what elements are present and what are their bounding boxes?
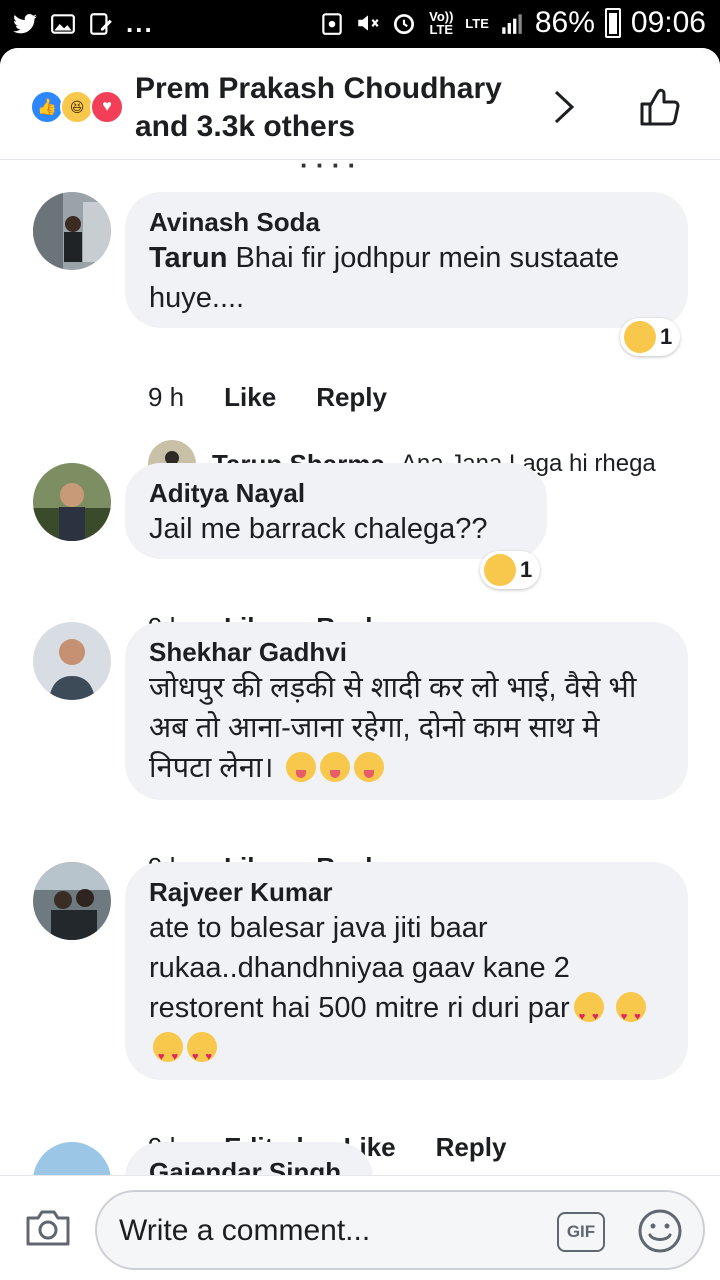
comment-author[interactable]: Shekhar Gadhvi	[149, 636, 664, 668]
avatar[interactable]	[33, 463, 111, 541]
comment-composer: Write a comment... GIF	[0, 1175, 720, 1280]
battery-percent: 86%	[534, 6, 595, 39]
comment-author[interactable]: Rajveer Kumar	[149, 876, 664, 908]
tongue-emoji-icon	[319, 752, 350, 782]
reply-button[interactable]: Reply	[316, 382, 387, 413]
comment-text: ate to balesar java jiti baar rukaa..dha…	[149, 908, 664, 1077]
comment-text: जोधपुर की लड़की से शादी कर लो भाई, वैसे …	[149, 672, 637, 784]
avatar[interactable]	[33, 192, 111, 270]
heart-eyes-emoji-icon	[187, 1032, 217, 1077]
avatar[interactable]	[33, 622, 111, 700]
comment-text: Tarun Bhai fir jodhpur mein sustaate huy…	[149, 242, 620, 314]
like-button[interactable]: Like	[224, 382, 276, 413]
reply-button[interactable]: Reply	[436, 1132, 507, 1163]
comments-sheet: 👍 😆 ♥ Prem Prakash Choudhary and 3.3k ot…	[0, 48, 720, 1280]
mention-link[interactable]: Tarun	[149, 242, 227, 274]
comment-bubble[interactable]: Avinash Soda Tarun Bhai fir jodhpur mein…	[125, 192, 688, 328]
chevron-right-icon[interactable]	[548, 88, 580, 126]
gallery-icon	[51, 13, 75, 34]
gif-button[interactable]: GIF	[557, 1212, 605, 1252]
battery-icon	[604, 8, 621, 38]
comment-input-placeholder[interactable]: Write a comment...	[119, 1214, 370, 1248]
comment-bubble[interactable]: Gajendar Singh	[125, 1142, 373, 1175]
heart-eyes-emoji-icon	[153, 1032, 183, 1077]
reaction-badge[interactable]: 1	[620, 318, 681, 356]
reaction-count: 1	[660, 324, 673, 349]
reaction-icons: 👍 😆 ♥	[30, 90, 130, 124]
heart-eyes-emoji-icon	[573, 992, 604, 1037]
love-reaction-icon: ♥	[90, 90, 124, 124]
comment-list: · · · · Avinash Soda Tarun Bhai fir jodh…	[0, 160, 720, 1175]
tongue-emoji-icon	[285, 752, 316, 782]
tongue-emoji-icon	[353, 752, 384, 782]
storage-icon	[322, 13, 343, 35]
comment-author[interactable]: Aditya Nayal	[149, 477, 523, 509]
sad-reaction-icon	[484, 554, 516, 586]
emoji-picker-icon[interactable]	[637, 1208, 683, 1254]
system-icons: Vo)) LTE LTE 86% 09:06	[319, 6, 706, 40]
comment-text: Jail me barrack chalega??	[149, 513, 488, 545]
edit-doc-icon	[90, 12, 112, 35]
comment-input[interactable]: Write a comment... GIF	[95, 1190, 705, 1270]
alarm-icon	[394, 14, 415, 35]
haha-reaction-icon	[624, 321, 656, 353]
like-reaction-icon: 👍	[30, 90, 64, 124]
notification-icons: ...	[12, 8, 154, 39]
reactors-summary[interactable]: Prem Prakash Choudhary and 3.3k others	[135, 70, 535, 146]
comment-bubble[interactable]: Aditya Nayal Jail me barrack chalega??	[125, 463, 547, 559]
signal-icon	[502, 14, 522, 34]
heart-eyes-emoji-icon	[615, 992, 646, 1037]
avatar[interactable]	[33, 1142, 111, 1175]
status-bar: ... Vo)) LTE LTE 86% 09:06	[0, 0, 720, 48]
comment-bubble[interactable]: Shekhar Gadhvi जोधपुर की लड़की से शादी क…	[125, 622, 688, 800]
comment-actions: 9 h Like Reply	[148, 382, 387, 413]
reaction-badge[interactable]: 1	[480, 551, 541, 589]
reactions-header[interactable]: 👍 😆 ♥ Prem Prakash Choudhary and 3.3k ot…	[0, 48, 720, 160]
haha-reaction-icon: 😆	[60, 90, 94, 124]
clock: 09:06	[630, 6, 706, 39]
mute-icon	[358, 15, 379, 31]
like-post-button[interactable]	[636, 84, 682, 130]
network-type: LTE	[465, 15, 489, 31]
comment-author[interactable]: Avinash Soda	[149, 206, 664, 238]
more-notifications: ...	[126, 8, 154, 38]
twitter-icon	[13, 13, 37, 33]
volte-indicator: Vo)) LTE	[429, 9, 454, 37]
comment-bubble[interactable]: Rajveer Kumar ate to balesar java jiti b…	[125, 862, 688, 1080]
reaction-count: 1	[520, 557, 533, 582]
comment-author[interactable]: Gajendar Singh	[149, 1156, 349, 1175]
camera-icon[interactable]	[24, 1206, 72, 1248]
avatar[interactable]	[33, 862, 111, 940]
comment-time: 9 h	[148, 382, 185, 412]
previous-comment-fragment: · · · ·	[300, 160, 357, 180]
